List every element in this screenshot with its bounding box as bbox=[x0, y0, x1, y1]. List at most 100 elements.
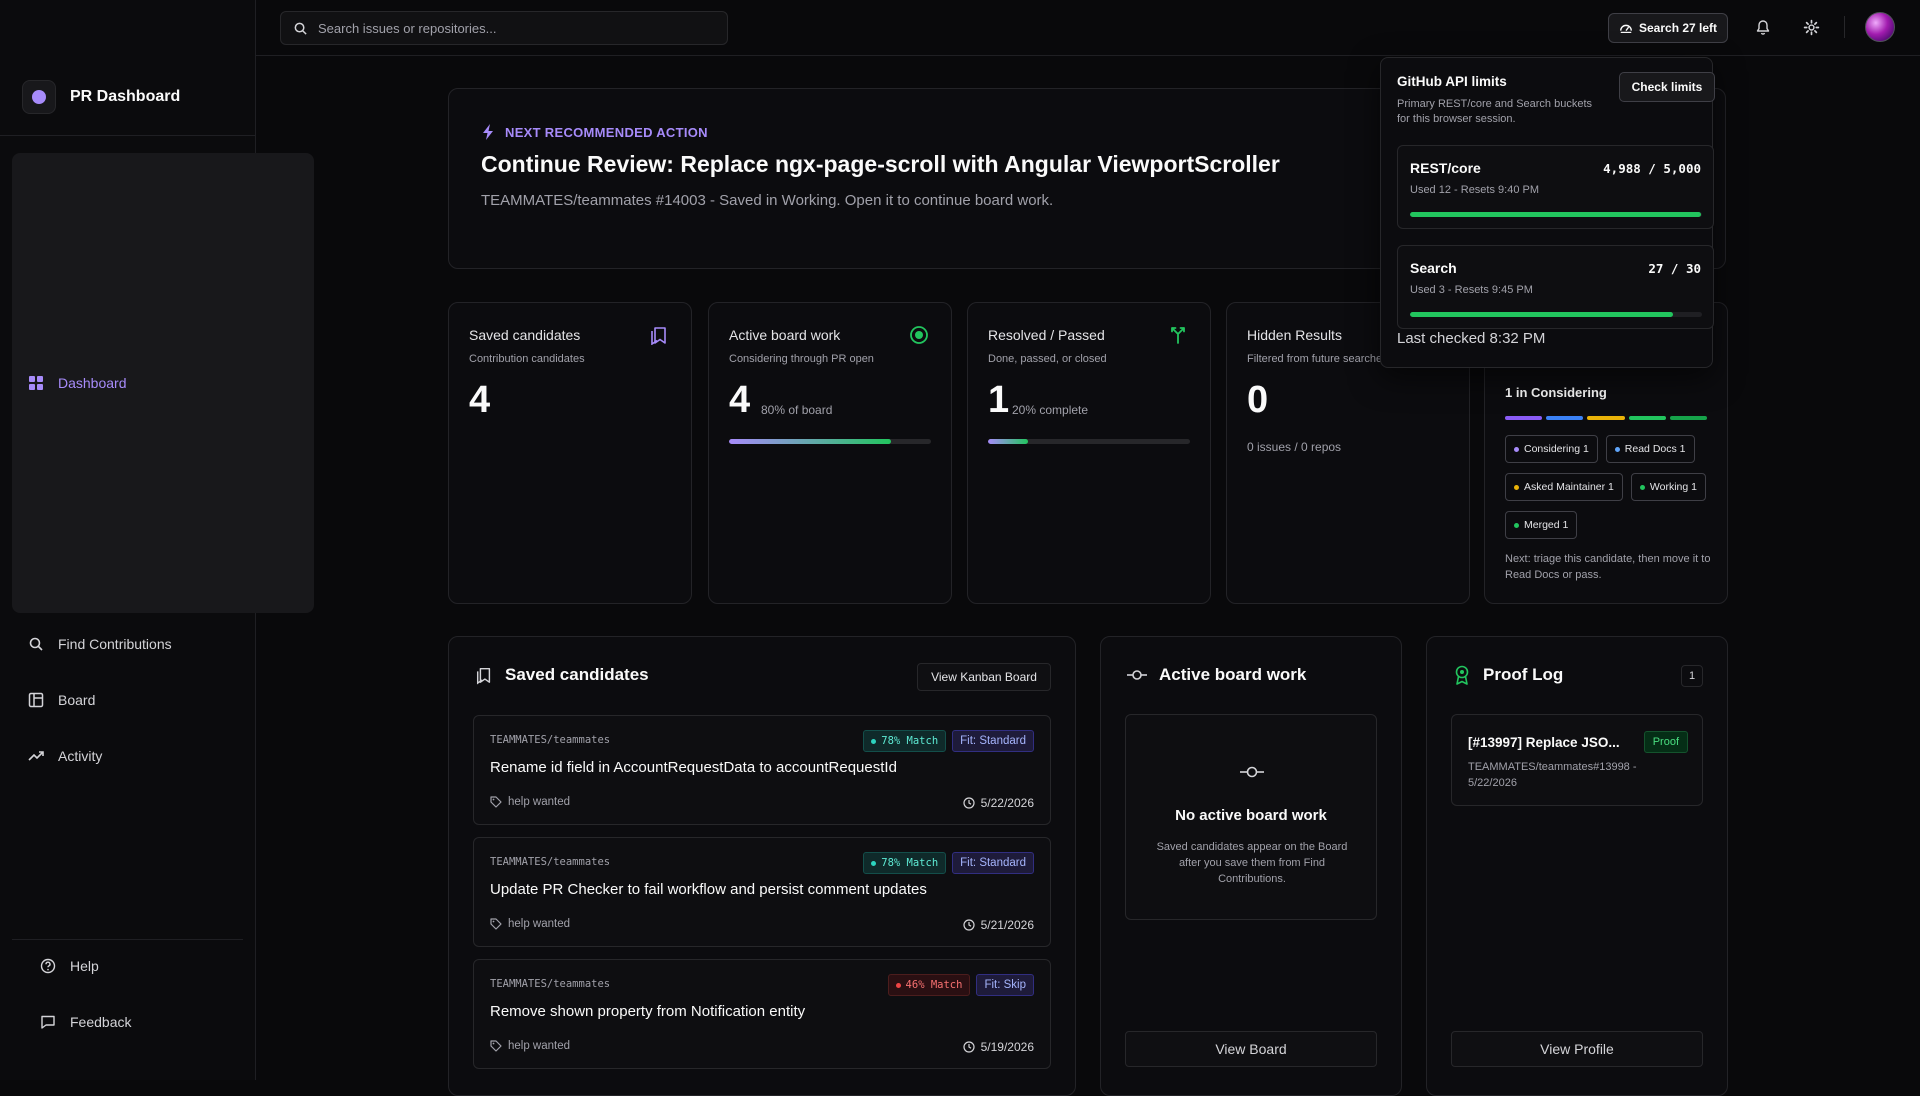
bell-icon[interactable] bbox=[1752, 16, 1774, 38]
chip-label: Merged 1 bbox=[1524, 519, 1569, 531]
proof-log-panel: Proof Log 1 [#13997] Replace JSO... Proo… bbox=[1426, 636, 1728, 1096]
proof-item[interactable]: [#13997] Replace JSO... Proof TEAMMATES/… bbox=[1451, 714, 1703, 806]
candidate-date-text: 5/19/2026 bbox=[980, 1040, 1034, 1054]
clock-icon bbox=[963, 1041, 975, 1053]
stat-value: 0 bbox=[1247, 379, 1269, 421]
rate-limit-card-rest: REST/core 4,988 / 5,000 Used 12 - Resets… bbox=[1397, 145, 1714, 229]
stat-card-saved[interactable]: Saved candidates Contribution candidates… bbox=[448, 302, 692, 604]
sidebar-item-help[interactable]: Help bbox=[12, 940, 243, 991]
proof-badge: Proof bbox=[1643, 731, 1688, 753]
candidate-repo: TEAMMATES/teammates bbox=[490, 734, 611, 746]
rate-limit-subtitle: Used 3 - Resets 9:45 PM bbox=[1410, 284, 1533, 296]
stat-footer: 0 issues / 0 repos bbox=[1247, 440, 1342, 454]
rate-limit-subtitle: Used 12 - Resets 9:40 PM bbox=[1410, 184, 1540, 196]
proof-item-subtitle: TEAMMATES/teammates#13998 - 5/22/2026 bbox=[1468, 761, 1637, 789]
grid-icon bbox=[29, 376, 43, 390]
pipeline-next-hint: Next: triage this candidate, then move i… bbox=[1505, 553, 1711, 581]
view-profile-button[interactable]: View Profile bbox=[1451, 1031, 1703, 1067]
view-board-button[interactable]: View Board bbox=[1125, 1031, 1377, 1067]
status-dot bbox=[1514, 446, 1519, 452]
match-label: 78% Match bbox=[881, 857, 939, 869]
rate-limit-bar bbox=[1410, 212, 1702, 217]
candidate-card[interactable]: TEAMMATES/teammates 46% Match Fit: Skip … bbox=[473, 959, 1051, 1069]
stat-subtitle: Done, passed, or closed bbox=[988, 353, 1107, 365]
candidate-title[interactable]: Remove shown property from Notification … bbox=[490, 1003, 805, 1020]
search-box[interactable] bbox=[280, 11, 728, 45]
tag-icon bbox=[490, 1040, 502, 1052]
next-action-title[interactable]: Continue Review: Replace ngx-page-scroll… bbox=[481, 151, 1280, 178]
sidebar-item-dashboard[interactable]: Dashboard bbox=[12, 153, 314, 613]
stat-progress-bar bbox=[988, 439, 1190, 444]
candidate-label-text: help wanted bbox=[508, 1040, 571, 1052]
sidebar-item-label: Feedback bbox=[70, 1013, 132, 1030]
stat-percent: 20% complete bbox=[1012, 403, 1089, 417]
pipeline-title: 1 in Considering bbox=[1505, 385, 1607, 400]
avatar[interactable] bbox=[1865, 12, 1895, 42]
sidebar-item-label: Help bbox=[70, 957, 99, 974]
search-quota-label: Search 27 left bbox=[1639, 21, 1718, 35]
pipeline-chip-asked-maintainer[interactable]: Asked Maintainer 1 bbox=[1505, 473, 1623, 501]
search-quota-button[interactable]: Search 27 left bbox=[1608, 13, 1729, 43]
brand[interactable]: PR Dashboard bbox=[22, 80, 180, 114]
empty-state-subtitle: Saved candidates appear on the Board aft… bbox=[1156, 841, 1348, 885]
pipeline-chip-considering[interactable]: Considering 1 bbox=[1505, 435, 1598, 463]
panel-title-label: Proof Log bbox=[1483, 665, 1564, 684]
panel-title: Saved candidates bbox=[475, 665, 649, 685]
fit-badge: Fit: Standard bbox=[952, 730, 1034, 752]
candidate-card[interactable]: TEAMMATES/teammates 78% Match Fit: Stand… bbox=[473, 837, 1051, 947]
candidate-title[interactable]: Rename id field in AccountRequestData to… bbox=[490, 759, 897, 776]
status-dot bbox=[1514, 484, 1519, 490]
panel-title-label: Saved candidates bbox=[505, 665, 649, 684]
pipeline-chip-working[interactable]: Working 1 bbox=[1630, 473, 1706, 501]
sidebar-nav: Dashboard Find Contributions Board Activ… bbox=[12, 153, 314, 786]
candidate-card[interactable]: TEAMMATES/teammates 78% Match Fit: Stand… bbox=[473, 715, 1051, 825]
candidate-badges: 46% Match Fit: Skip bbox=[887, 974, 1034, 996]
tag-icon bbox=[490, 796, 502, 808]
pipeline-chip-merged[interactable]: Merged 1 bbox=[1505, 511, 1578, 539]
trend-icon bbox=[28, 750, 44, 761]
sidebar: PR Dashboard Dashboard Find Contribution… bbox=[0, 0, 314, 1080]
match-label: 78% Match bbox=[881, 735, 939, 747]
popover-subtitle: Primary REST/core and Search buckets for… bbox=[1397, 98, 1593, 125]
view-kanban-button[interactable]: View Kanban Board bbox=[917, 663, 1051, 691]
topbar: Search 27 left bbox=[256, 0, 1920, 56]
commit-icon bbox=[1240, 766, 1264, 778]
candidate-title[interactable]: Update PR Checker to fail workflow and p… bbox=[490, 881, 927, 898]
search-input[interactable] bbox=[318, 20, 698, 36]
stat-card-active[interactable]: Active board work Considering through PR… bbox=[708, 302, 952, 604]
pipeline-bar-segment bbox=[1546, 416, 1584, 420]
fit-badge: Fit: Skip bbox=[976, 974, 1034, 996]
rate-limit-fill bbox=[1410, 312, 1673, 317]
match-badge: 78% Match bbox=[863, 730, 947, 752]
stat-value: 4 bbox=[469, 379, 491, 421]
match-badge: 78% Match bbox=[863, 852, 947, 874]
candidate-label: help wanted bbox=[490, 918, 570, 930]
popover-title: GitHub API limits bbox=[1397, 74, 1507, 89]
stat-progress-bar bbox=[729, 439, 931, 444]
last-checked-text: Last checked 8:32 PM bbox=[1397, 330, 1546, 347]
gear-icon[interactable] bbox=[1800, 16, 1822, 38]
merge-icon bbox=[1171, 327, 1185, 344]
stat-card-resolved[interactable]: Resolved / Passed Done, passed, or close… bbox=[967, 302, 1211, 604]
stat-progress-fill bbox=[729, 439, 891, 444]
sidebar-item-activity[interactable]: Activity bbox=[12, 730, 243, 781]
sidebar-item-board[interactable]: Board bbox=[12, 674, 243, 725]
board-icon bbox=[28, 692, 44, 707]
stat-subtitle: Filtered from future searches bbox=[1247, 353, 1388, 365]
candidate-repo: TEAMMATES/teammates bbox=[490, 978, 611, 990]
candidate-label-text: help wanted bbox=[508, 918, 571, 930]
check-limits-button[interactable]: Check limits bbox=[1619, 72, 1715, 102]
sidebar-item-find-contributions[interactable]: Find Contributions bbox=[12, 618, 243, 669]
clock-icon bbox=[963, 919, 975, 931]
next-action-tag-label: NEXT RECOMMENDED ACTION bbox=[505, 124, 708, 140]
candidate-badges: 78% Match Fit: Standard bbox=[863, 730, 1034, 752]
rate-limit-card-search: Search 27 / 30 Used 3 - Resets 9:45 PM bbox=[1397, 245, 1714, 329]
active-board-panel: Active board work No active board work S… bbox=[1100, 636, 1402, 1096]
stat-title: Resolved / Passed bbox=[988, 327, 1105, 343]
sidebar-item-feedback[interactable]: Feedback bbox=[12, 996, 243, 1047]
pipeline-chip-read-docs[interactable]: Read Docs 1 bbox=[1605, 435, 1695, 463]
candidate-date-text: 5/21/2026 bbox=[980, 918, 1034, 932]
status-dot bbox=[1614, 446, 1620, 452]
search-icon bbox=[29, 637, 43, 651]
pipeline-bar-segment bbox=[1669, 416, 1708, 420]
